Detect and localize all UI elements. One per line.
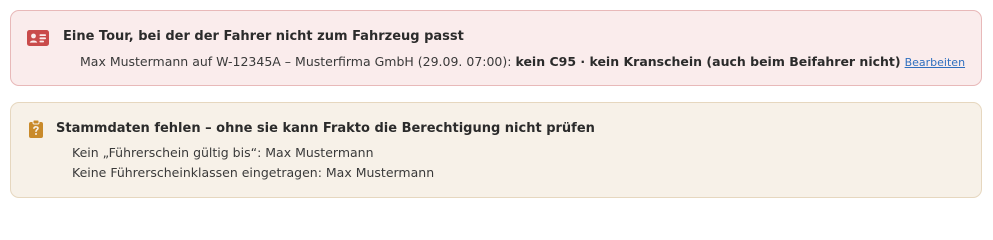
clipboard-question-icon <box>29 120 43 138</box>
mismatch-alert-title: Eine Tour, bei der der Fahrer nicht zum … <box>63 29 464 44</box>
driver-vehicle-mismatch-alert: Eine Tour, bei der der Fahrer nicht zum … <box>10 10 982 86</box>
mismatch-issues: kein C95 · kein Kranschein (auch beim Be… <box>515 54 901 69</box>
mismatch-tour-info: Max Mustermann auf W-12345A – Musterfirm… <box>80 54 512 69</box>
missing-data-item: Keine Führerscheinklassen eingetragen: M… <box>72 165 435 180</box>
missing-data-alert-title: Stammdaten fehlen – ohne sie kann Frakto… <box>56 121 595 136</box>
mismatch-alert-detail: Max Mustermann auf W-12345A – Musterfirm… <box>80 54 965 69</box>
edit-link[interactable]: Bearbeiten <box>905 56 965 69</box>
missing-data-item: Kein „Führerschein gültig bis“: Max Must… <box>72 145 374 160</box>
id-card-icon <box>27 30 49 46</box>
missing-master-data-alert: Stammdaten fehlen – ohne sie kann Frakto… <box>10 102 982 198</box>
